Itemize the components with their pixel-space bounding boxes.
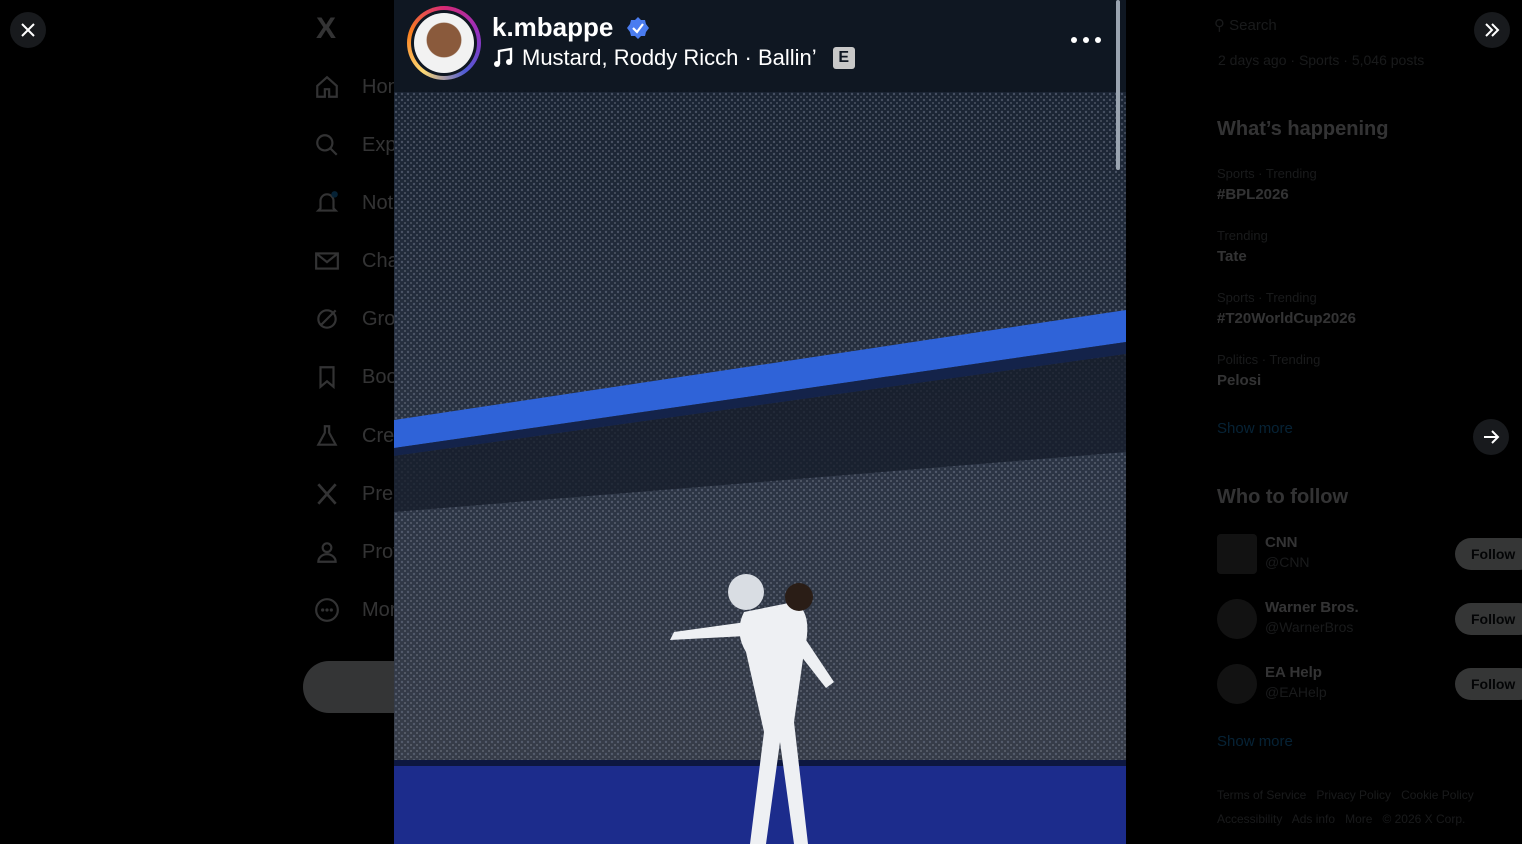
song-title: Mustard, Roddy Ricch · Ballin’: [522, 45, 817, 70]
account-name: Warner Bros.: [1265, 599, 1359, 616]
next-media-button[interactable]: [1473, 419, 1509, 455]
close-button[interactable]: [10, 12, 46, 48]
more-circle-icon: [315, 598, 339, 622]
show-more-trends-link[interactable]: Show more: [1217, 420, 1293, 437]
flask-icon: [316, 425, 338, 446]
footer-link[interactable]: Terms of Service: [1217, 788, 1306, 802]
trend-name[interactable]: Tate: [1217, 248, 1247, 265]
media-image[interactable]: k.mbappe Mustard, Roddy Ricch · Ballin’ …: [394, 0, 1126, 844]
follow-suggestion[interactable]: Warner Bros. @WarnerBros Follow: [1217, 599, 1522, 639]
scrollbar[interactable]: [1116, 0, 1120, 170]
story-ring[interactable]: [407, 6, 481, 80]
account-name: EA Help: [1265, 664, 1322, 681]
more-options-icon[interactable]: [1066, 28, 1106, 52]
explicit-badge: E: [832, 47, 855, 69]
username[interactable]: k.mbappe: [492, 12, 613, 43]
x-icon: [317, 483, 337, 505]
footer-links: Accessibility Ads info More © 2026 X Cor…: [1217, 812, 1465, 826]
trend-meta: 2 days ago · Sports · 5,046 posts: [1218, 52, 1425, 68]
trend-name[interactable]: Pelosi: [1217, 372, 1261, 389]
post-header: k.mbappe Mustard, Roddy Ricch · Ballin’ …: [394, 0, 1126, 92]
footer-copyright: © 2026 X Corp.: [1382, 812, 1466, 826]
arrow-right-icon: [1484, 430, 1500, 444]
follow-button[interactable]: Follow: [1455, 668, 1522, 700]
avatar-photo: [414, 13, 474, 73]
bookmark-icon: [319, 366, 335, 390]
home-icon: [316, 75, 338, 98]
avatar: [1217, 599, 1257, 639]
follow-suggestion[interactable]: CNN @CNN Follow: [1217, 534, 1522, 574]
x-logo: X: [316, 12, 337, 45]
trend-name[interactable]: #T20WorldCup2026: [1217, 310, 1356, 327]
footer-link[interactable]: Cookie Policy: [1401, 788, 1474, 802]
song-info[interactable]: Mustard, Roddy Ricch · Ballin’ E: [492, 45, 855, 71]
account-handle: @WarnerBros: [1265, 619, 1354, 635]
who-to-follow-title: Who to follow: [1217, 486, 1349, 508]
search-placeholder: Search: [1229, 17, 1277, 34]
search-icon: [316, 134, 338, 156]
footer-link[interactable]: Ads info: [1292, 812, 1335, 826]
follow-button[interactable]: Follow: [1455, 603, 1522, 635]
account-name: CNN: [1265, 534, 1298, 551]
close-icon: [21, 23, 35, 37]
trend-category: Sports · Trending: [1217, 166, 1317, 181]
avatar: [411, 10, 477, 76]
show-more-follow-link[interactable]: Show more: [1217, 733, 1293, 750]
trend-category: Sports · Trending: [1217, 290, 1317, 305]
search-input[interactable]: ⚲ Search: [1214, 16, 1277, 34]
nav-chat[interactable]: Chat: [314, 248, 404, 274]
footer-link[interactable]: Privacy Policy: [1316, 788, 1391, 802]
footer-link[interactable]: More: [1345, 812, 1372, 826]
avatar: [1217, 664, 1257, 704]
footer-link[interactable]: Accessibility: [1217, 812, 1282, 826]
expand-panel-button[interactable]: [1474, 12, 1510, 48]
follow-button[interactable]: Follow: [1455, 538, 1522, 570]
verified-badge-icon: [627, 17, 649, 39]
avatar: [1217, 534, 1257, 574]
mail-icon: [315, 252, 339, 270]
trend-category: Politics · Trending: [1217, 352, 1321, 367]
account-handle: @EAHelp: [1265, 684, 1327, 700]
music-note-icon: [494, 47, 513, 67]
trend-category: Trending: [1217, 228, 1268, 243]
chevrons-right-icon: [1485, 23, 1500, 37]
bell-icon: [315, 191, 339, 212]
account-handle: @CNN: [1265, 554, 1310, 570]
stadium-photo: [394, 92, 1126, 844]
follow-suggestion[interactable]: EA Help @EAHelp Follow: [1217, 664, 1522, 704]
nav-grok[interactable]: Grok: [314, 306, 405, 332]
footer-links: Terms of Service Privacy Policy Cookie P…: [1217, 788, 1474, 802]
whats-happening-title: What’s happening: [1217, 118, 1389, 140]
trend-name[interactable]: #BPL2026: [1217, 186, 1289, 203]
grok-icon: [317, 309, 337, 329]
person-icon: [317, 542, 337, 563]
